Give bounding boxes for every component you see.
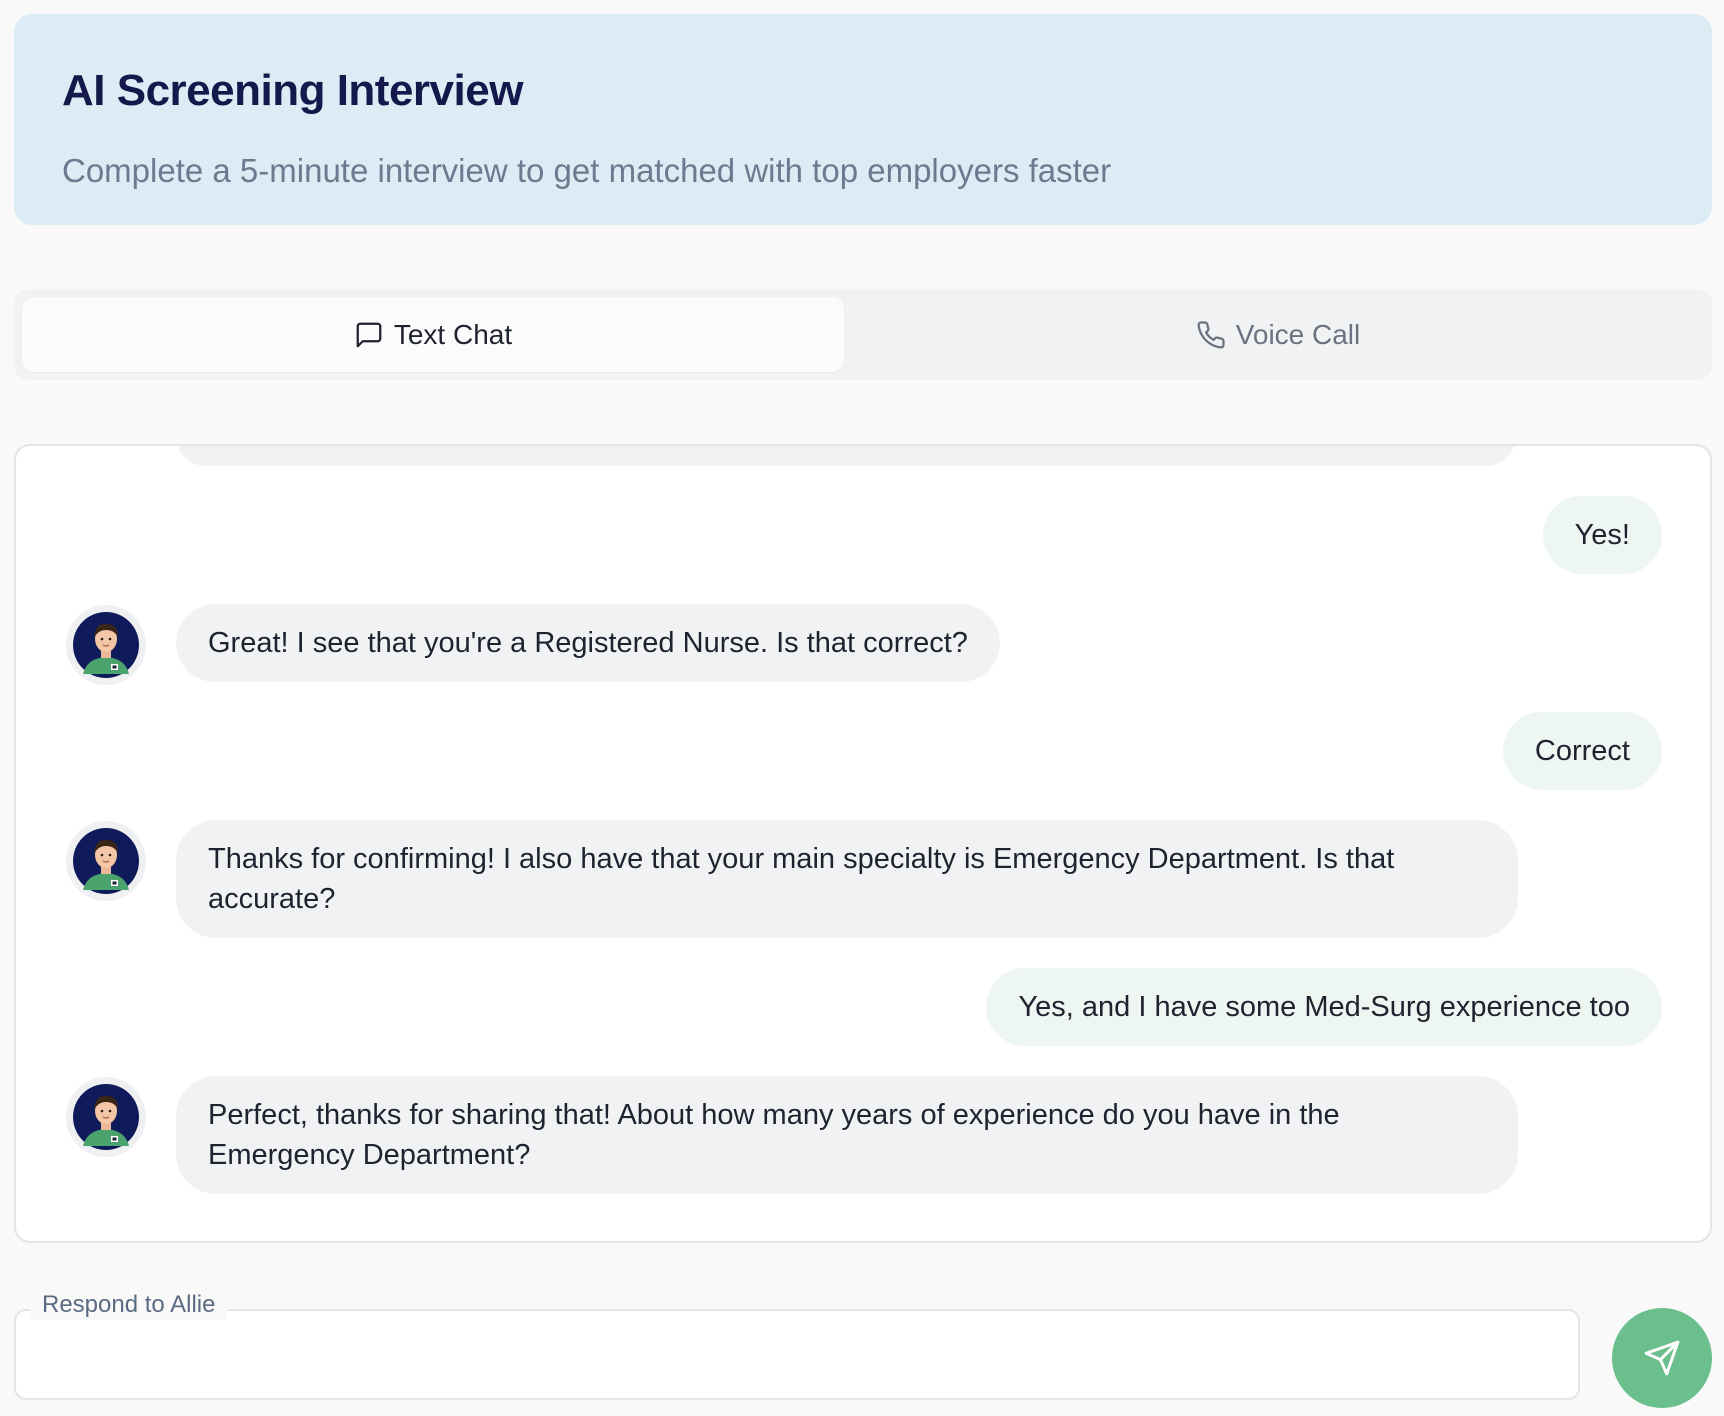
message-user: Yes, and I have some Med-Surg experience… [986, 968, 1662, 1046]
message-user: Yes! [1542, 496, 1662, 574]
mode-tabs: Text Chat Voice Call [14, 289, 1712, 380]
nurse-avatar-icon [73, 612, 139, 678]
page-title: AI Screening Interview [62, 66, 523, 115]
page-subtitle: Complete a 5-minute interview to get mat… [62, 152, 1112, 189]
tab-voice-call[interactable]: Voice Call [852, 297, 1704, 372]
header-card: AI Screening Interview Complete a 5-minu… [14, 14, 1712, 225]
message-text: Perfect, thanks for sharing that! About … [208, 1099, 1340, 1171]
message-text: Great! I see that you're a Registered Nu… [208, 627, 968, 659]
message-ai: Perfect, thanks for sharing that! About … [176, 1076, 1518, 1194]
message-ai: Great! I see that you're a Registered Nu… [176, 604, 1000, 682]
message-text: Yes! [1574, 519, 1630, 551]
avatar [66, 605, 146, 685]
send-button[interactable] [1612, 1308, 1712, 1408]
phone-icon [1197, 320, 1225, 349]
message-user: Correct [1502, 712, 1662, 790]
response-input[interactable] [16, 1311, 1578, 1398]
send-icon [1644, 1340, 1680, 1376]
response-field-label: Respond to Allie [30, 1290, 228, 1320]
message-text: Yes, and I have some Med-Surg experience… [1018, 991, 1630, 1023]
avatar [66, 1077, 146, 1157]
tab-text-chat[interactable]: Text Chat [22, 297, 844, 372]
message-text: Thanks for confirming! I also have that … [208, 843, 1395, 915]
tab-voice-call-label: Voice Call [1235, 318, 1361, 350]
response-field[interactable] [14, 1309, 1580, 1400]
tab-text-chat-label: Text Chat [393, 318, 513, 350]
chat-panel[interactable]: Yes! Great! I see that you're a Register… [14, 444, 1712, 1243]
nurse-avatar-icon [73, 828, 139, 894]
message-ai: Thanks for confirming! I also have that … [176, 820, 1518, 938]
avatar [66, 821, 146, 901]
message-ai-partial [176, 446, 1516, 466]
message-square-icon [356, 322, 382, 347]
nurse-avatar-icon [73, 1084, 139, 1150]
message-text: Correct [1534, 735, 1630, 767]
screening-interview-page: AI Screening Interview Complete a 5-minu… [0, 0, 1724, 1416]
